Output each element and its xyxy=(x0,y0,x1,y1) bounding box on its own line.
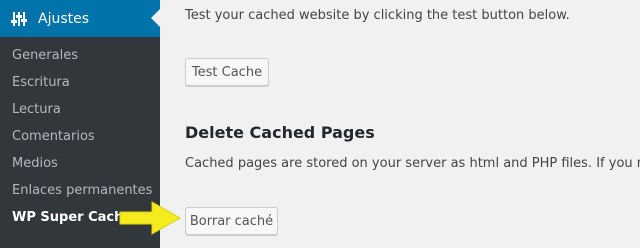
test-description: Test your cached website by clicking the… xyxy=(185,8,570,23)
submenu-item-enlaces-permanentes[interactable]: Enlaces permanentes xyxy=(12,182,152,200)
yellow-arrow-icon xyxy=(118,199,182,241)
menu-pointer xyxy=(151,9,160,27)
submenu-item-lectura[interactable]: Lectura xyxy=(12,101,61,119)
test-cache-button[interactable]: Test Cache xyxy=(185,58,269,86)
sidebar-item-ajustes[interactable]: Ajustes xyxy=(0,0,160,37)
submenu-item-generales[interactable]: Generales xyxy=(12,47,78,65)
submenu-item-escritura[interactable]: Escritura xyxy=(12,74,70,92)
submenu-item-medios[interactable]: Medios xyxy=(12,155,58,173)
submenu-item-wp-super-cache[interactable]: WP Super Cache xyxy=(12,209,132,227)
main-content: Test your cached website by clicking the… xyxy=(160,0,640,248)
delete-description: Cached pages are stored on your server a… xyxy=(185,156,640,171)
delete-cached-pages-heading: Delete Cached Pages xyxy=(185,123,375,142)
settings-sliders-icon xyxy=(9,9,29,29)
sidebar-item-label: Ajustes xyxy=(38,10,90,27)
borrar-cache-button[interactable]: Borrar caché xyxy=(185,207,278,235)
submenu-item-comentarios[interactable]: Comentarios xyxy=(12,128,95,146)
